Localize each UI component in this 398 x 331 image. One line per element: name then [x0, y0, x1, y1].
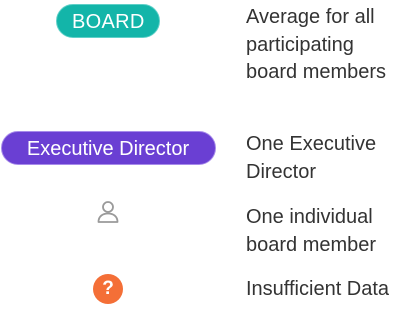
question-mark-icon: ?: [93, 274, 123, 304]
board-badge: BOARD: [56, 4, 160, 38]
legend: BOARD Average for all participating boar…: [0, 0, 398, 331]
legend-symbol-insufficient-data: ?: [0, 274, 216, 304]
legend-symbol-board: BOARD: [0, 4, 216, 38]
legend-row-executive-director: Executive Director One Executive Directo…: [0, 131, 398, 186]
legend-symbol-executive-director: Executive Director: [0, 131, 216, 165]
legend-description-insufficient-data: Insufficient Data: [246, 278, 390, 300]
person-outline-icon: [97, 201, 119, 223]
legend-row-insufficient-data: ? Insufficient Data: [0, 274, 398, 331]
legend-row-board-member: One individual board member: [0, 201, 398, 259]
legend-description-executive-director: One Executive Director: [246, 133, 377, 183]
legend-symbol-board-member: [0, 199, 216, 225]
legend-description-board: Average for all participating board memb…: [246, 6, 387, 83]
legend-description-board-member: One individual board member: [246, 206, 377, 256]
executive-director-badge: Executive Director: [0, 131, 216, 165]
legend-row-board: BOARD Average for all participating boar…: [0, 4, 398, 114]
